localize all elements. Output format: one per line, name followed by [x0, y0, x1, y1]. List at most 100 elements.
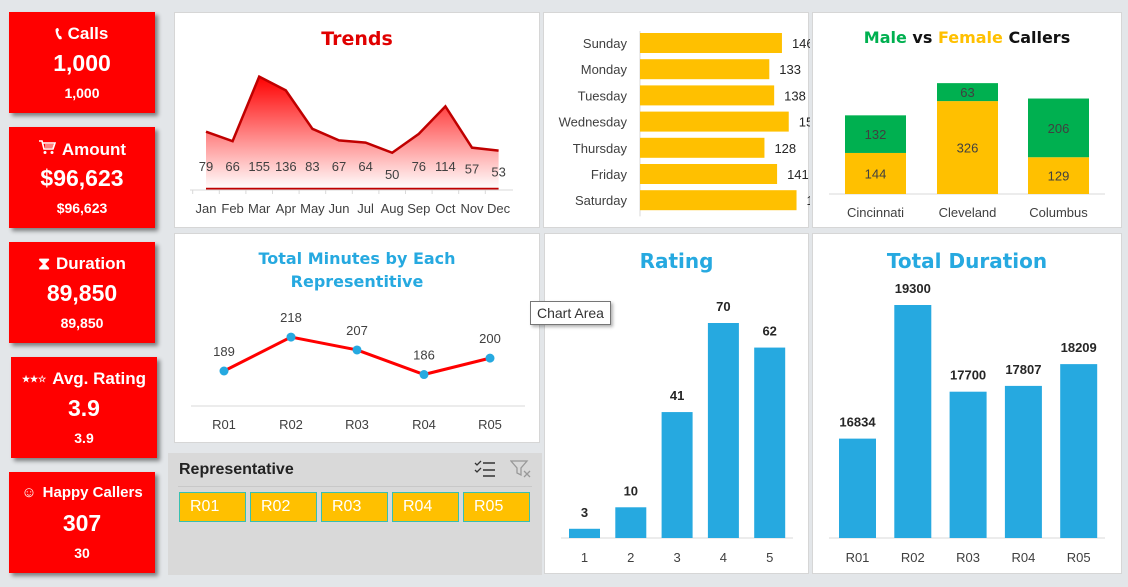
trends-x-label: Nov: [460, 201, 484, 216]
kpi-calls-label: Calls: [67, 24, 109, 43]
phone-icon: 📞︎: [55, 24, 62, 43]
rating-x-label: 4: [720, 550, 727, 565]
minutes-data-label: 218: [280, 310, 302, 325]
weekday-label: Sunday: [583, 36, 628, 51]
smiley-icon: ☺: [21, 484, 37, 501]
trends-x-label: Jan: [196, 201, 217, 216]
duration-bar: [1060, 364, 1098, 538]
weekday-label: Friday: [591, 167, 628, 182]
kpi-duration-sub: 89,850: [60, 315, 104, 331]
minutes-chart: 189 R01 218 R02 207 R03 186 R04 200 R05: [191, 310, 525, 432]
trends-data-label: 83: [305, 159, 319, 174]
duration-bar: [839, 438, 876, 538]
trends-data-label: 136: [275, 159, 297, 174]
minutes-point: [485, 353, 495, 363]
weekday-bar: [640, 33, 782, 53]
duration-bar: [894, 305, 932, 538]
weekday-label: Tuesday: [578, 88, 628, 103]
kpi-duration-value: 89,850: [46, 280, 118, 306]
trends-x-label: Jul: [357, 201, 374, 216]
rating-x-label: 1: [581, 550, 588, 565]
rating-x-label: 3: [673, 550, 680, 565]
kpi-amount-sub: $96,623: [56, 200, 108, 216]
kpi-happy-label: Happy Callers: [42, 484, 143, 501]
slicer-item-r03[interactable]: R03: [321, 492, 388, 522]
gender-x-label: Cincinnati: [847, 205, 904, 220]
kpi-amount-value: $96,623: [40, 165, 124, 191]
trends-chart-panel[interactable]: Trends Jan 79 Feb 66 Mar 155 Apr 136 May 83 Jun 67 J…: [174, 12, 540, 228]
rating-bar: [569, 528, 600, 538]
minutes-data-label: 189: [213, 344, 235, 359]
minutes-x-label: R01: [212, 417, 236, 432]
kpi-amount: Amount $96,623 $96,623: [9, 127, 155, 228]
duration-data-label: 16834: [839, 415, 876, 430]
minutes-data-label: 186: [413, 348, 435, 363]
slicer-item-r04[interactable]: R04: [392, 492, 459, 522]
duration-x-label: R05: [1067, 550, 1091, 565]
rating-data-label: 41: [670, 388, 684, 403]
trends-x-label: Jun: [329, 201, 350, 216]
trends-x-label: May: [300, 201, 325, 216]
weekday-bar: [640, 85, 775, 106]
rating-bar: [615, 507, 647, 538]
kpi-amount-label: Amount: [61, 139, 127, 159]
kpi-happy-callers: ☺ Happy Callers 307 30: [9, 472, 155, 573]
weekday-value: 133: [779, 62, 801, 77]
trends-data-label: 64: [358, 159, 372, 174]
minutes-x-label: R02: [279, 417, 303, 432]
trends-data-label: 79: [199, 159, 213, 174]
kpi-rating: ★★☆ Avg. Rating 3.9 3.9: [11, 357, 157, 458]
gender-x-label: Columbus: [1029, 205, 1088, 220]
rating-bar: [661, 412, 693, 538]
trends-data-label: 76: [412, 159, 426, 174]
slicer-item-r01[interactable]: R01: [179, 492, 246, 522]
rating-data-label: 70: [716, 299, 730, 314]
kpi-rating-value: 3.9: [68, 395, 100, 421]
rating-chart: 3 1 10 2 41 3 70 4 62 5: [561, 299, 793, 565]
trends-x-label: Sep: [407, 201, 430, 216]
gender-data-label: 206: [1048, 121, 1070, 136]
duration-data-label: 17700: [950, 368, 986, 383]
duration-data-label: 18209: [1061, 340, 1097, 355]
weekday-chart: Sunday 146 Monday 133 Tuesday 138 Wednesday 153…: [559, 31, 810, 217]
minutes-data-label: 207: [346, 323, 368, 338]
slicer-item-r05[interactable]: R05: [463, 492, 530, 522]
duration-chart-panel[interactable]: Total Duration 16834 R01 19300 R02 17700 R03 1…: [812, 233, 1122, 574]
duration-data-label: 17807: [1005, 362, 1041, 377]
kpi-happy-sub: 30: [74, 545, 90, 561]
trends-data-label: 67: [332, 159, 346, 174]
trends-data-label: 50: [385, 167, 399, 182]
duration-x-label: R02: [901, 550, 925, 565]
minutes-line: [223, 335, 491, 377]
weekday-value: 153: [799, 115, 810, 130]
gender-data-label: 132: [865, 127, 887, 142]
rating-chart-panel[interactable]: Rating 3 1 10 2 41 3 70 4 62 5: [544, 233, 809, 574]
weekday-bar: [640, 137, 765, 158]
clear-filter-icon[interactable]: [509, 459, 532, 484]
duration-chart: 16834 R01 19300 R02 17700 R03 17807 R04 18209 R05: [829, 281, 1105, 565]
rating-bar: [754, 347, 786, 538]
trends-data-label: 114: [435, 159, 456, 174]
rating-bar: [707, 323, 739, 538]
gender-data-label: 326: [957, 141, 979, 156]
weekday-bar: [640, 59, 770, 80]
trends-data-label: 155: [248, 159, 270, 174]
weekday-label: Monday: [581, 62, 628, 77]
weekday-chart-panel[interactable]: Sunday 146 Monday 133 Tuesday 138 Wednesday 153…: [543, 12, 810, 228]
multi-select-icon[interactable]: [474, 459, 496, 484]
trends-data-label: 66: [225, 159, 239, 174]
gender-x-label: Cleveland: [939, 205, 997, 220]
duration-bar: [1004, 385, 1042, 538]
stars-icon: ★★☆: [21, 373, 47, 384]
weekday-value: 161: [807, 193, 810, 208]
gender-chart-panel[interactable]: Male vs Female Callers 144 132 Cincinnati 3…: [812, 12, 1122, 228]
gender-data-label: 63: [960, 85, 974, 100]
trends-x-label: Aug: [381, 201, 404, 216]
cart-icon: [38, 139, 57, 160]
duration-data-label: 19300: [895, 281, 931, 296]
kpi-duration-label: Duration: [56, 254, 126, 273]
trends-x-label: Feb: [221, 201, 243, 216]
weekday-bar: [640, 111, 789, 132]
minutes-chart-panel[interactable]: Total Minutes by Each Representitive 189…: [174, 233, 540, 443]
slicer-item-r02[interactable]: R02: [250, 492, 317, 522]
